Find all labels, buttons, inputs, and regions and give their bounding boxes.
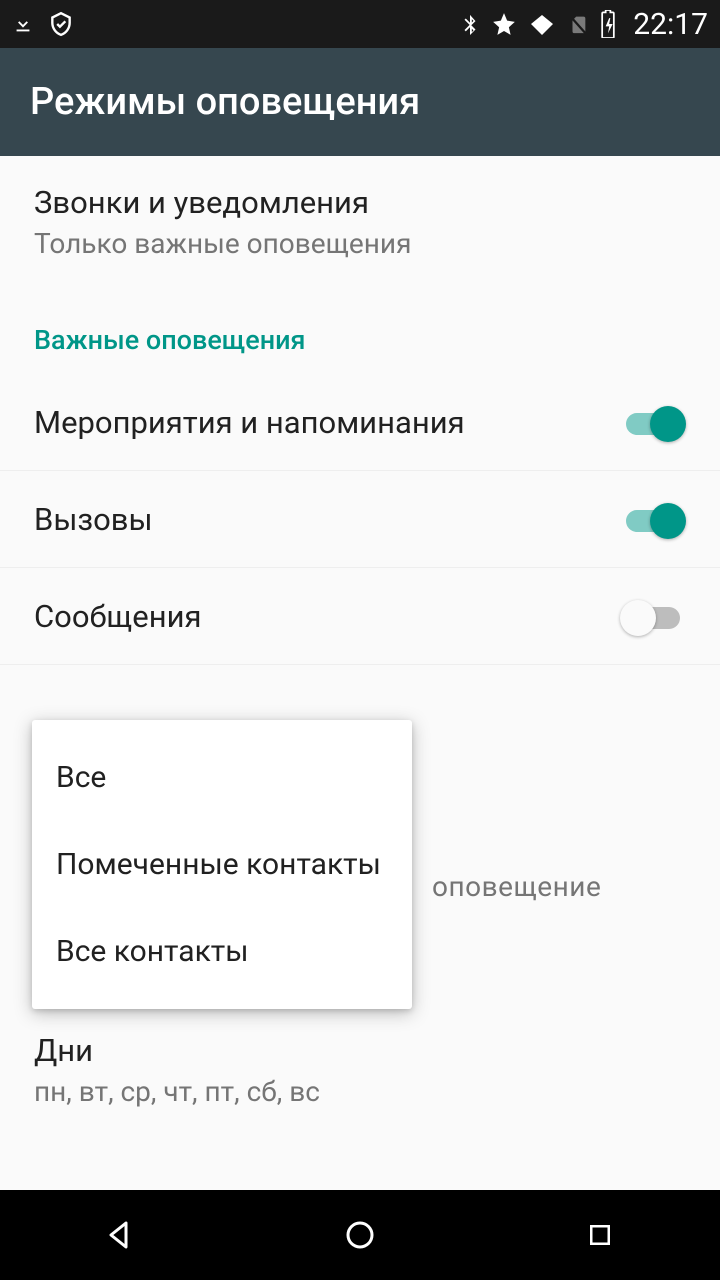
no-sim-icon — [567, 11, 589, 37]
settings-list: Звонки и уведомления Только важные опове… — [0, 156, 720, 665]
dropdown-popup: Все Помеченные контакты Все контакты — [32, 720, 412, 1009]
setting-subtitle: пн, вт, ср, чт, пт, сб, вс — [34, 1075, 686, 1108]
bluetooth-icon — [459, 11, 481, 37]
setting-messages[interactable]: Сообщения — [0, 568, 720, 665]
setting-calls-notifications[interactable]: Звонки и уведомления Только важные опове… — [0, 156, 720, 288]
nav-home-button[interactable] — [310, 1205, 410, 1265]
setting-title: Сообщения — [34, 598, 620, 635]
status-bar: 22:17 — [0, 0, 720, 48]
download-icon — [12, 13, 34, 35]
setting-days[interactable]: Дни пн, вт, ср, чт, пт, сб, вс — [34, 1032, 686, 1108]
switch-events[interactable] — [620, 402, 686, 442]
wifi-icon — [527, 12, 557, 36]
setting-title: Звонки и уведомления — [34, 184, 686, 221]
section-header-important: Важные оповещения — [0, 288, 720, 374]
setting-title: Дни — [34, 1032, 686, 1069]
setting-calls[interactable]: Вызовы — [0, 471, 720, 568]
page-title: Режимы оповещения — [30, 80, 420, 124]
popup-option-all-contacts[interactable]: Все контакты — [32, 908, 412, 995]
popup-option-all[interactable]: Все — [32, 734, 412, 821]
setting-title: Мероприятия и напоминания — [34, 404, 620, 441]
popup-option-starred[interactable]: Помеченные контакты — [32, 821, 412, 908]
app-bar: Режимы оповещения — [0, 48, 720, 156]
navigation-bar — [0, 1190, 720, 1280]
setting-subtitle: Только важные оповещения — [34, 227, 686, 260]
check-shield-icon — [48, 11, 74, 37]
occluded-text: оповещение — [432, 870, 601, 903]
nav-back-button[interactable] — [70, 1205, 170, 1265]
switch-calls[interactable] — [620, 499, 686, 539]
clock-time: 22:17 — [633, 7, 708, 42]
setting-title: Вызовы — [34, 501, 620, 538]
star-icon — [491, 11, 517, 37]
switch-messages[interactable] — [620, 596, 686, 636]
nav-recent-button[interactable] — [550, 1205, 650, 1265]
setting-events-reminders[interactable]: Мероприятия и напоминания — [0, 374, 720, 471]
battery-icon — [599, 10, 617, 38]
